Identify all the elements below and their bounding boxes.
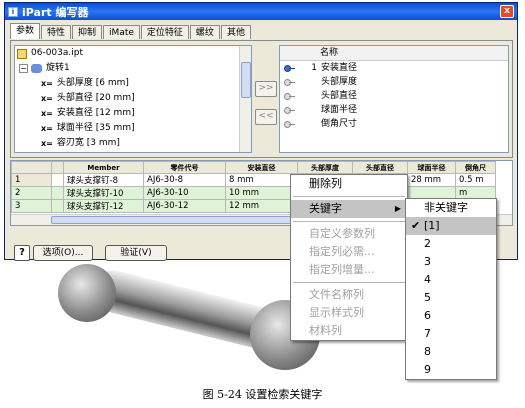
submenu-item-key[interactable]: 2 [406, 235, 496, 253]
window-title: iPart 编写器 [22, 5, 89, 19]
menu-separator [293, 282, 405, 283]
submenu-item-key[interactable]: 5 [406, 289, 496, 307]
remove-button[interactable]: << [255, 109, 277, 125]
parameter-x-icon: x= [41, 139, 53, 148]
parameters-panel: 06-003a.ipt − 旋转1 x= 头部厚度 [6 mm] x= 头部直径… [10, 40, 513, 158]
tree-item-part[interactable]: 06-003a.ipt [15, 46, 251, 61]
tab-properties[interactable]: 特性 [41, 25, 72, 39]
column-context-menu: 删除列 关键字 ▶ 自定义参数列 指定列必需... 指定列增量... 文件名称列… [290, 174, 408, 341]
add-button[interactable]: >> [255, 81, 277, 97]
help-button[interactable]: ? [14, 245, 30, 261]
submenu-item-key[interactable]: 9 [406, 361, 496, 379]
tree-item-revolve[interactable]: − 旋转1 [15, 61, 251, 76]
save-icon [51, 161, 64, 174]
part-file-icon [17, 48, 27, 59]
revolve-icon [31, 64, 42, 73]
column-header[interactable]: Member [63, 161, 144, 174]
table-header-row: Member 零件代号 安装直径 头部厚度 头部直径 球面半径 倒角尺 [11, 161, 496, 174]
parameter-x-icon: x= [41, 109, 53, 118]
submenu-item-non-key[interactable]: 非关键字 [406, 199, 496, 217]
key-icon [284, 64, 295, 72]
menu-separator [293, 221, 405, 222]
menu-item-delete-column[interactable]: 删除列 [291, 175, 407, 193]
menu-item-display-style-column[interactable]: 显示样式列 [291, 304, 407, 322]
column-header[interactable]: 头部厚度 [297, 161, 353, 174]
parameter-x-icon: x= [41, 79, 53, 88]
param-row[interactable]: 倒角尺寸 [280, 117, 508, 131]
tab-other[interactable]: 其他 [220, 25, 251, 39]
collapse-icon[interactable]: − [19, 64, 28, 73]
menu-item-file-name-column[interactable]: 文件名称列 [291, 286, 407, 304]
column-header[interactable]: 头部直径 [352, 161, 408, 174]
key-icon [284, 120, 295, 128]
tab-suppression[interactable]: 抑制 [72, 25, 103, 39]
parameter-x-icon: x= [41, 94, 53, 103]
submenu-item-key-1[interactable]: ✔ [1] [406, 217, 496, 235]
close-button[interactable]: x [500, 5, 514, 18]
param-row[interactable]: 球面半径 [280, 103, 508, 117]
app-icon: i [8, 6, 18, 17]
checkmark-icon: ✔ [411, 219, 421, 232]
tree-item-param[interactable]: x= 头部厚度 [6 mm] [15, 76, 251, 91]
submenu-item-key[interactable]: 6 [406, 307, 496, 325]
key-icon [284, 106, 295, 114]
menu-item-material-column[interactable]: 材料列 [291, 322, 407, 340]
column-header[interactable]: 零件代号 [143, 161, 226, 174]
column-header[interactable]: 球面半径 [407, 161, 456, 174]
submenu-item-key[interactable]: 4 [406, 271, 496, 289]
column-header [11, 161, 52, 174]
parameter-x-icon: x= [41, 124, 53, 133]
title-bar: i iPart 编写器 x [5, 3, 517, 20]
tree-item-param[interactable]: x= 容刃宽 [3 mm] [15, 136, 251, 151]
tab-strip: 参数 特性 抑制 iMate 定位特征 螺纹 其他 [10, 23, 252, 39]
keys-submenu: 非关键字 ✔ [1] 2 3 4 5 6 7 8 9 [405, 198, 497, 380]
column-header[interactable]: 倒角尺 [455, 161, 496, 174]
column-header[interactable]: 安装直径 [225, 161, 298, 174]
submenu-item-key[interactable]: 3 [406, 253, 496, 271]
tab-work-features[interactable]: 定位特征 [140, 25, 189, 39]
param-row[interactable]: 头部直径 [280, 89, 508, 103]
tree-scrollbar[interactable] [239, 46, 251, 152]
options-button[interactable]: 选项(O)... [33, 245, 93, 261]
column-header-name: 名称 [280, 46, 508, 61]
feature-tree[interactable]: 06-003a.ipt − 旋转1 x= 头部厚度 [6 mm] x= 头部直径… [14, 45, 252, 153]
submenu-arrow-icon: ▶ [394, 204, 401, 213]
param-row[interactable]: 1 安装直径 [280, 61, 508, 75]
key-icon [284, 92, 295, 100]
tab-threads[interactable]: 螺纹 [189, 25, 220, 39]
menu-item-custom-parameter-column[interactable]: 自定义参数列 [291, 225, 407, 243]
param-row[interactable]: 头部厚度 [280, 75, 508, 89]
selected-parameters-list[interactable]: 名称 1 安装直径 头部厚度 头部直径 球面半径 倒角尺寸 [279, 45, 509, 153]
menu-item-keys[interactable]: 关键字 ▶ [291, 200, 407, 218]
submenu-item-key[interactable]: 7 [406, 325, 496, 343]
tab-imate[interactable]: iMate [103, 25, 140, 39]
submenu-item-key[interactable]: 8 [406, 343, 496, 361]
tree-item-param[interactable]: x= 头部直径 [20 mm] [15, 91, 251, 106]
table-row[interactable]: 1 球头支撑钉-8 AJ6-30-8 8 mm 28 mm 0.5 m [11, 173, 496, 187]
ball-head-model [58, 264, 116, 322]
menu-separator [293, 196, 405, 197]
menu-item-make-column-required[interactable]: 指定列必需... [291, 243, 407, 261]
tab-parameters[interactable]: 参数 [10, 23, 41, 39]
verify-button[interactable]: 验证(V) [105, 245, 167, 261]
scroll-thumb[interactable] [241, 62, 251, 98]
tree-item-param[interactable]: x= 安装直径 [12 mm] [15, 106, 251, 121]
tree-item-param[interactable]: x= 球面半径 [35 mm] [15, 121, 251, 136]
figure-caption: 图 5-24 设置检索关键字 [202, 388, 323, 401]
menu-item-column-increment[interactable]: 指定列增量... [291, 261, 407, 279]
key-icon [284, 78, 295, 86]
